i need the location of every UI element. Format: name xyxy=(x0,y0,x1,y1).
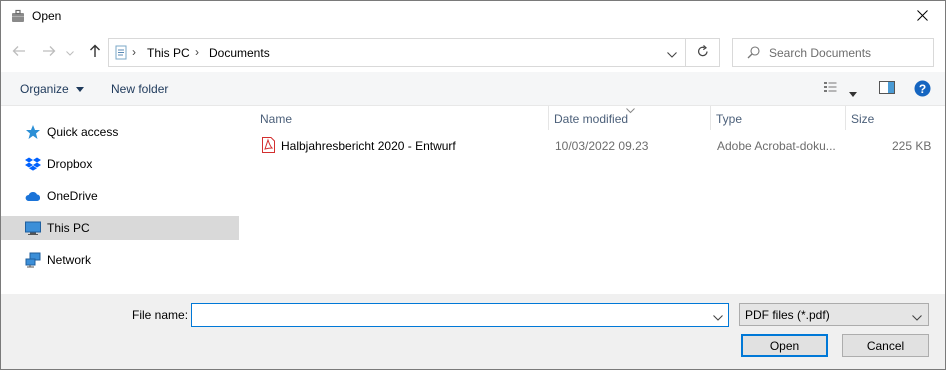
dropbox-icon xyxy=(25,156,41,172)
refresh-button[interactable] xyxy=(686,38,720,67)
breadcrumb-this-pc[interactable]: This PC xyxy=(147,46,190,60)
open-button[interactable]: Open xyxy=(741,334,828,357)
chevron-down-icon xyxy=(912,310,922,324)
help-icon[interactable]: ? xyxy=(914,80,931,100)
navigation-pane: Quick access Dropbox OneDrive This PC Ne… xyxy=(1,106,242,294)
search-icon xyxy=(747,46,760,62)
sidebar-item-label: Dropbox xyxy=(47,157,93,171)
new-folder-button[interactable]: New folder xyxy=(111,82,168,96)
column-header-label: Date modified xyxy=(554,112,629,126)
chevron-down-icon[interactable] xyxy=(713,310,723,324)
caret-down-icon xyxy=(76,87,85,92)
search-box[interactable] xyxy=(732,38,934,67)
file-type-filter-value: PDF files (*.pdf) xyxy=(745,308,830,322)
organize-button[interactable]: Organize xyxy=(20,82,85,96)
file-name-combobox[interactable] xyxy=(191,303,729,327)
address-bar[interactable]: › This PC › Documents xyxy=(108,38,686,67)
pane-splitter[interactable] xyxy=(242,106,256,294)
recent-locations-button[interactable] xyxy=(63,42,77,62)
preview-pane-icon[interactable] xyxy=(879,81,895,97)
window-title: Open xyxy=(32,9,62,23)
file-type-filter[interactable]: PDF files (*.pdf) xyxy=(739,303,929,326)
document-folder-icon xyxy=(114,45,128,64)
open-dialog: Open › This PC › Documents Search Docume… xyxy=(0,0,946,370)
network-icon xyxy=(25,252,41,268)
file-name-input[interactable] xyxy=(194,307,704,323)
column-header-name[interactable]: Name xyxy=(256,106,549,130)
sidebar-item-network[interactable]: Network xyxy=(1,248,239,272)
column-header-type[interactable]: Type xyxy=(712,106,846,130)
close-icon xyxy=(916,9,928,24)
sidebar-item-dropbox[interactable]: Dropbox xyxy=(1,152,239,176)
refresh-icon xyxy=(697,44,709,61)
cloud-icon xyxy=(25,188,41,204)
search-input[interactable] xyxy=(769,43,929,62)
file-date: 10/03/2022 09.23 xyxy=(555,139,649,153)
sort-indicator-icon xyxy=(626,103,635,117)
sidebar-item-label: This PC xyxy=(47,221,90,235)
column-header-label: Name xyxy=(260,112,293,126)
sidebar-item-onedrive[interactable]: OneDrive xyxy=(1,184,239,208)
file-name-label: File name: xyxy=(132,308,189,322)
column-header-label: Size xyxy=(851,112,875,126)
sidebar-item-label: Network xyxy=(47,253,92,267)
file-name: Halbjahresbericht 2020 - Entwurf xyxy=(281,139,456,153)
forward-button[interactable] xyxy=(39,42,59,62)
breadcrumb-documents[interactable]: Documents xyxy=(209,46,270,60)
arrow-right-icon xyxy=(42,45,56,60)
cancel-button[interactable]: Cancel xyxy=(842,334,929,357)
title-bar: Open xyxy=(1,1,945,32)
address-row: › This PC › Documents xyxy=(1,32,945,72)
arrow-left-icon xyxy=(12,45,26,60)
computer-icon xyxy=(25,220,41,236)
file-size: 225 KB xyxy=(892,139,932,153)
column-header-size[interactable]: Size xyxy=(847,106,945,130)
sidebar-item-label: OneDrive xyxy=(47,189,98,203)
file-type: Adobe Acrobat-doku... xyxy=(717,139,836,153)
up-button[interactable] xyxy=(85,42,105,62)
chevron-down-icon xyxy=(66,45,74,59)
briefcase-icon xyxy=(11,9,25,23)
sidebar-item-quick-access[interactable]: Quick access xyxy=(1,120,239,144)
command-bar: Organize New folder ? xyxy=(1,72,945,106)
back-button[interactable] xyxy=(9,42,29,62)
column-header-label: Type xyxy=(716,112,743,126)
view-options-icon[interactable] xyxy=(824,81,840,96)
caret-down-icon[interactable] xyxy=(849,86,857,100)
star-icon xyxy=(25,124,41,140)
close-button[interactable] xyxy=(899,1,945,32)
file-list: Name Date modified Type Size Halbjahresb… xyxy=(256,106,945,294)
breadcrumb-chevron-icon: › xyxy=(132,45,136,59)
organize-label: Organize xyxy=(20,82,69,96)
chevron-down-icon[interactable] xyxy=(667,47,677,61)
sidebar-item-this-pc[interactable]: This PC xyxy=(1,216,239,240)
dialog-footer: File name: PDF files (*.pdf) Open Cancel xyxy=(1,294,945,369)
breadcrumb-chevron-icon: › xyxy=(195,45,199,59)
sidebar-item-label: Quick access xyxy=(47,125,119,139)
arrow-up-icon xyxy=(89,44,101,61)
file-row[interactable]: Halbjahresbericht 2020 - Entwurf 10/03/2… xyxy=(256,134,945,156)
svg-text:?: ? xyxy=(919,82,926,96)
pdf-icon xyxy=(262,137,275,156)
